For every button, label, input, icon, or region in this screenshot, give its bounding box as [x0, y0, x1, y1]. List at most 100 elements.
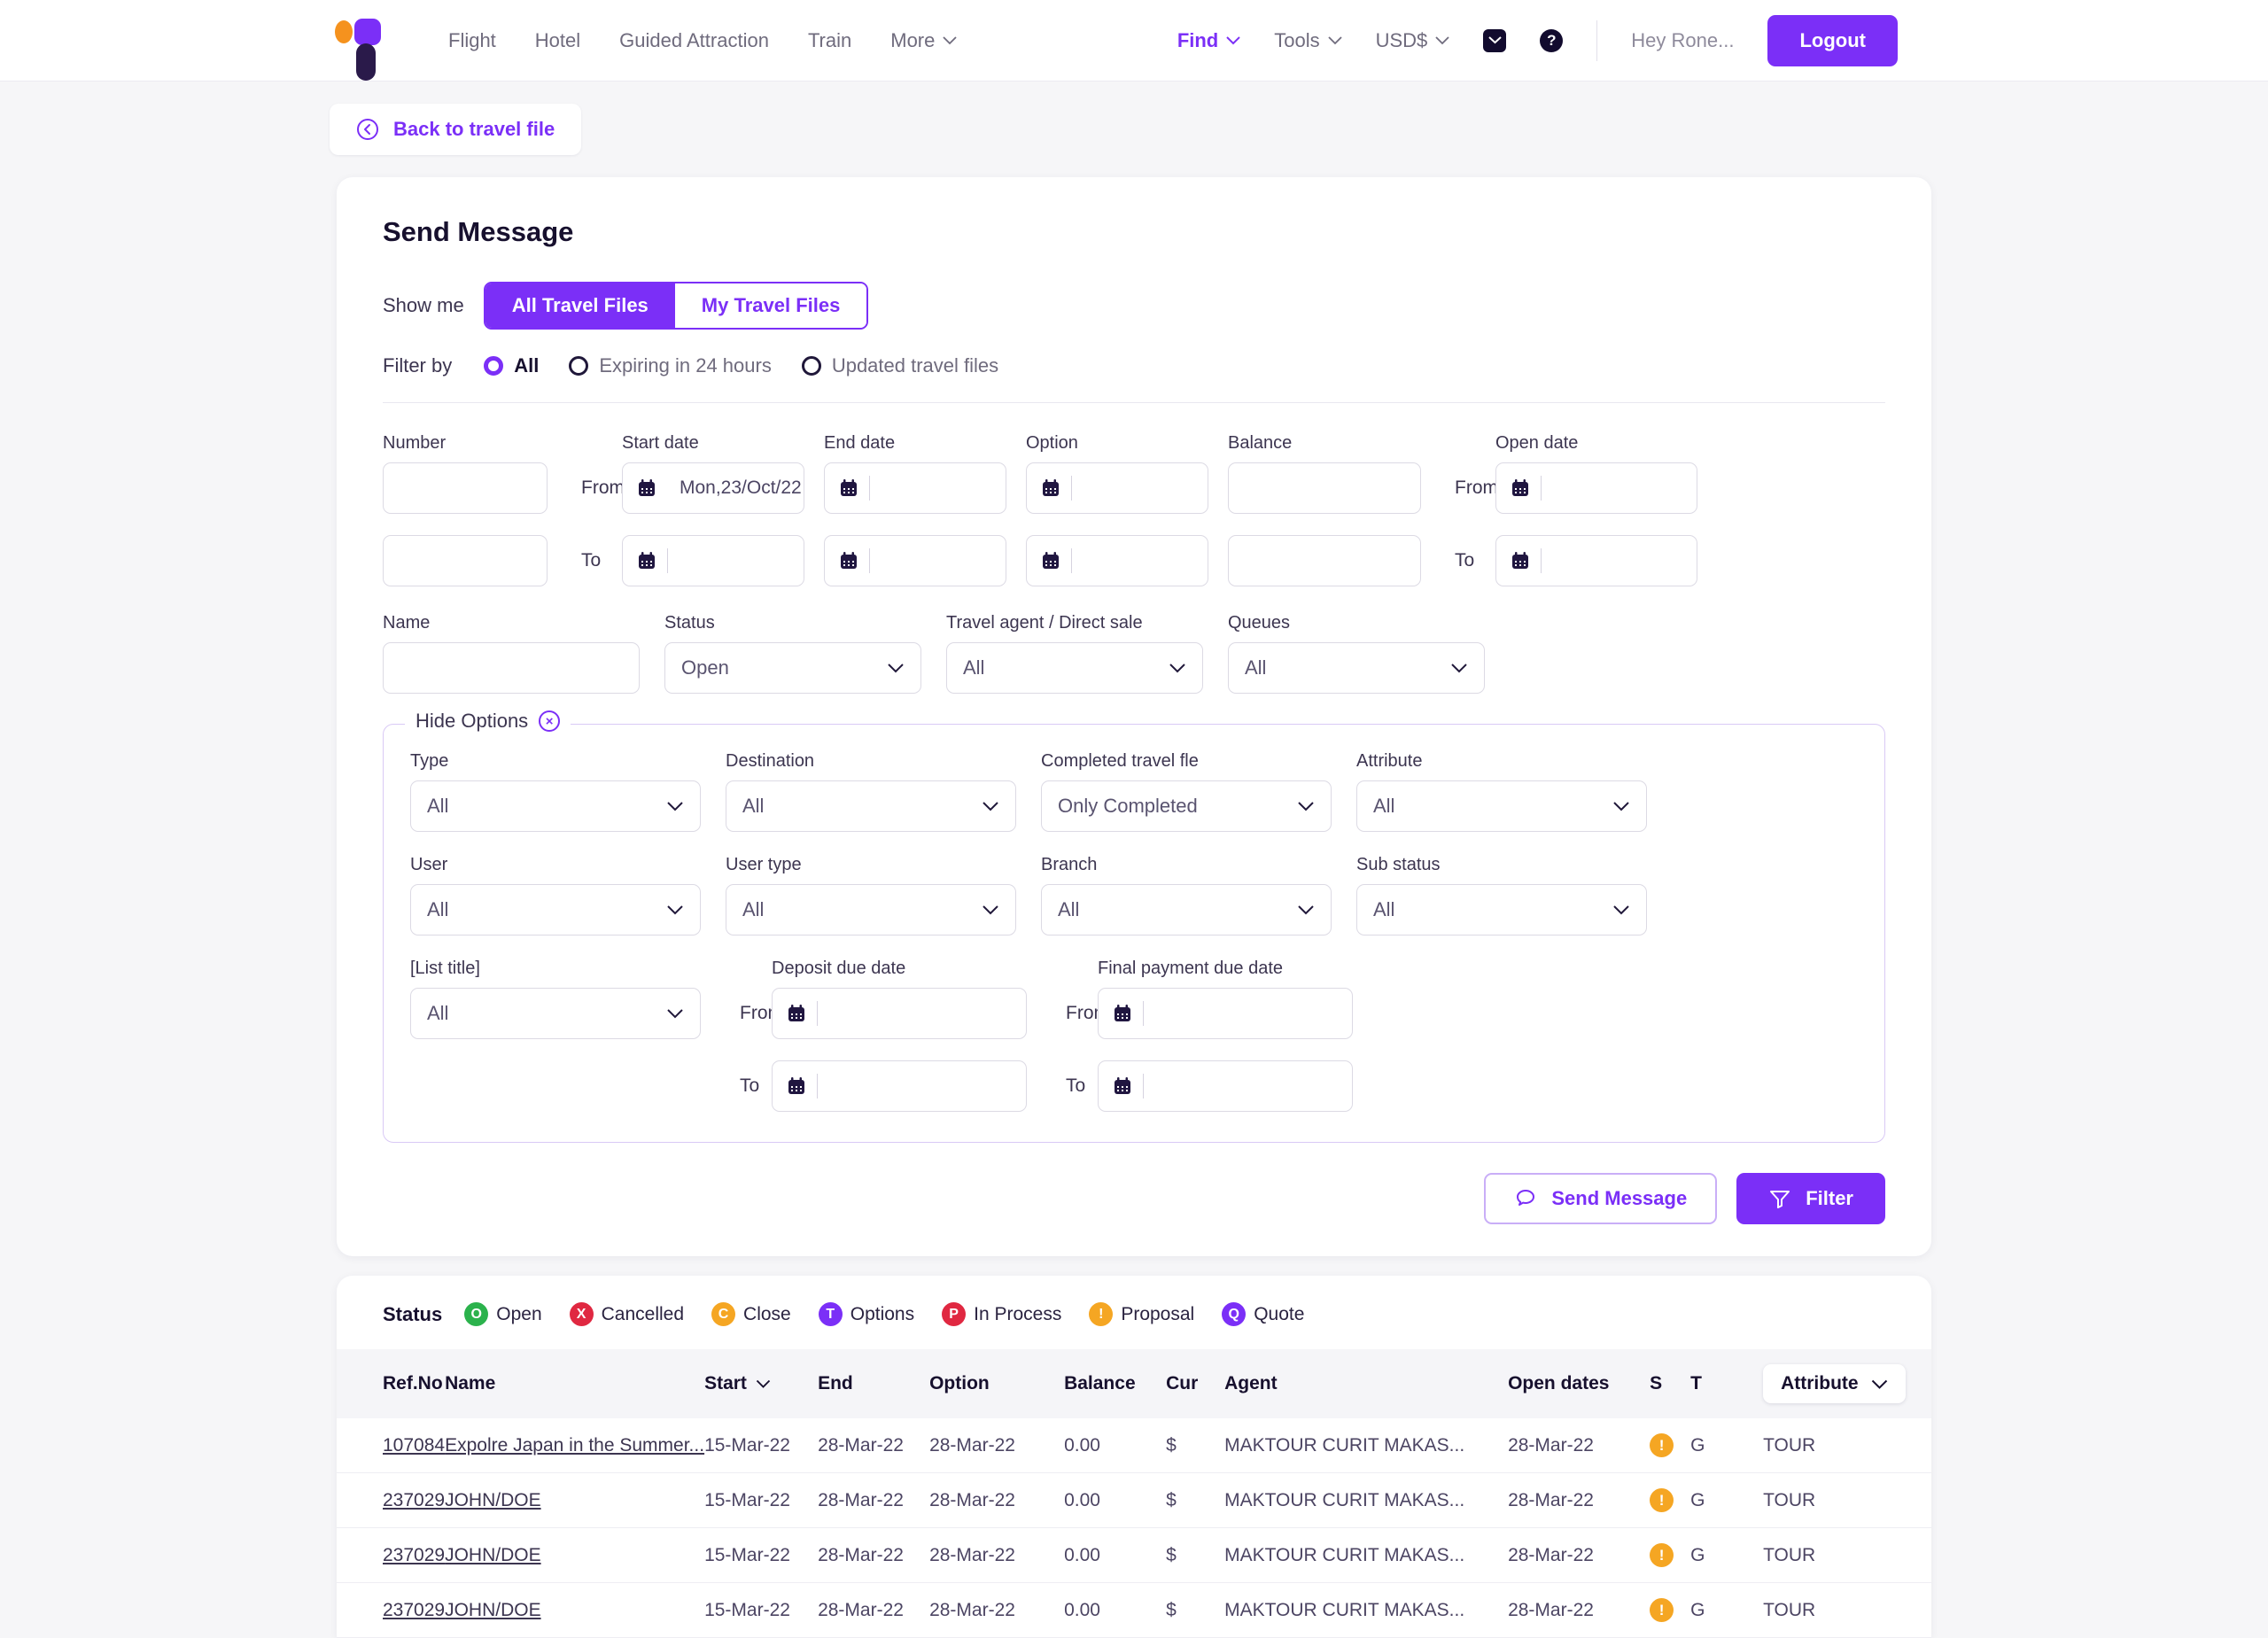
calendar-icon — [787, 1004, 806, 1023]
tab-all-travel-files[interactable]: All Travel Files — [485, 283, 675, 328]
chevron-down-icon — [1169, 664, 1185, 673]
destination-label: Destination — [726, 751, 815, 771]
nav-item-guided-attraction[interactable]: Guided Attraction — [619, 29, 769, 52]
branch-select[interactable]: All — [1041, 884, 1332, 935]
cell-name-link[interactable]: JOHN/DOE — [445, 1490, 541, 1510]
radio-filter-all[interactable]: All — [484, 354, 539, 377]
table-row[interactable]: 237029 JOHN/DOE 15-Mar-22 28-Mar-22 28-M… — [337, 1582, 1931, 1638]
nav-item-hotel[interactable]: Hotel — [535, 29, 580, 52]
column-header-ref-no[interactable]: Ref.No — [337, 1349, 446, 1418]
attribute-select[interactable]: All — [1356, 780, 1647, 832]
table-row[interactable]: 237029 JOHN/DOE 15-Mar-22 28-Mar-22 28-M… — [337, 1472, 1931, 1528]
column-header-end[interactable]: End — [818, 1349, 930, 1418]
cell-name-link[interactable]: JOHN/DOE — [445, 1600, 541, 1620]
close-circle-icon[interactable]: × — [539, 710, 561, 732]
number-from-input[interactable] — [383, 462, 548, 514]
show-me-segmented-control: All Travel Files My Travel Files — [483, 282, 869, 330]
help-icon[interactable]: ? — [1540, 28, 1564, 52]
balance-to-input[interactable] — [1228, 535, 1421, 586]
final-payment-due-date-from-input[interactable] — [1098, 988, 1353, 1039]
column-header-start[interactable]: Start — [704, 1349, 819, 1418]
attribute-filter-dropdown[interactable]: Attribute — [1763, 1364, 1906, 1403]
nav-item-find[interactable]: Find — [1177, 29, 1240, 52]
filter-group-final-payment-due-date: Final payment due date — [1098, 959, 1353, 1112]
chevron-down-icon — [756, 1379, 771, 1388]
cell-ref-no-link[interactable]: 237029 — [383, 1490, 445, 1510]
cell-ref-no-link[interactable]: 237029 — [383, 1545, 445, 1565]
cell-start: 15-Mar-22 — [704, 1418, 819, 1473]
column-header-name[interactable]: Name — [445, 1349, 705, 1418]
user-select[interactable]: All — [410, 884, 701, 935]
destination-select[interactable]: All — [726, 780, 1016, 832]
option-to-input[interactable] — [1026, 535, 1208, 586]
back-to-travel-file-label: Back to travel file — [393, 118, 555, 140]
start-date-to-input[interactable] — [622, 535, 804, 586]
status-select[interactable]: Open — [664, 642, 921, 694]
column-header-option[interactable]: Option — [929, 1349, 1065, 1418]
cell-ref-no-link[interactable]: 107084 — [383, 1435, 445, 1456]
radio-filter-expiring-24h[interactable]: Expiring in 24 hours — [569, 354, 772, 377]
cell-name-link[interactable]: Expolre Japan in the Summer... — [445, 1435, 704, 1456]
radio-filter-updated[interactable]: Updated travel files — [801, 354, 998, 377]
calendar-icon — [839, 478, 858, 498]
cell-t: G — [1690, 1472, 1764, 1528]
cell-name-link[interactable]: JOHN/DOE — [445, 1545, 541, 1565]
nav-item-flight[interactable]: Flight — [448, 29, 496, 52]
number-to-input[interactable] — [383, 535, 548, 586]
filter-group-option: Option — [1026, 433, 1208, 586]
chevron-down-icon — [1298, 802, 1314, 811]
user-type-select[interactable]: All — [726, 884, 1016, 935]
list-title-select[interactable]: All — [410, 988, 701, 1039]
open-date-to-input[interactable] — [1495, 535, 1697, 586]
cell-ref-no-link[interactable]: 237029 — [383, 1600, 445, 1620]
queues-select[interactable]: All — [1228, 642, 1485, 694]
app-logo[interactable] — [335, 10, 393, 81]
chevron-down-icon — [1871, 1379, 1887, 1389]
cell-balance: 0.00 — [1064, 1582, 1167, 1638]
column-header-s[interactable]: S — [1650, 1349, 1691, 1418]
column-header-cur[interactable]: Cur — [1166, 1349, 1225, 1418]
type-value: All — [427, 795, 449, 817]
mail-icon[interactable] — [1483, 28, 1507, 52]
nav-item-hotel-label: Hotel — [534, 28, 581, 51]
column-header-balance[interactable]: Balance — [1064, 1349, 1167, 1418]
destination-value: All — [742, 795, 765, 817]
logout-button[interactable]: Logout — [1767, 14, 1898, 66]
sub-status-select[interactable]: All — [1356, 884, 1647, 935]
nav-item-tools[interactable]: Tools — [1274, 29, 1342, 52]
calendar-icon — [1041, 551, 1060, 571]
table-row[interactable]: 107084 Expolre Japan in the Summer... 15… — [337, 1418, 1931, 1473]
column-header-t[interactable]: T — [1690, 1349, 1764, 1418]
final-payment-to-label: To — [1066, 1075, 1086, 1096]
filter-group-list-title: [List title] All — [410, 959, 701, 1112]
filter-button[interactable]: Filter — [1736, 1173, 1885, 1224]
end-date-to-input[interactable] — [824, 535, 1006, 586]
chevron-down-icon — [888, 664, 904, 673]
primary-nav-links: Flight Hotel Guided Attraction Train Mor… — [448, 29, 958, 52]
end-date-from-input[interactable] — [824, 462, 1006, 514]
type-select[interactable]: All — [410, 780, 701, 832]
nav-item-train[interactable]: Train — [808, 29, 851, 52]
completed-travel-file-select[interactable]: Only Completed — [1041, 780, 1332, 832]
name-input[interactable] — [383, 642, 640, 694]
back-to-travel-file-button[interactable]: Back to travel file — [330, 104, 582, 155]
tab-my-travel-files[interactable]: My Travel Files — [674, 283, 867, 328]
status-legend-cancelled: X Cancelled — [569, 1302, 684, 1326]
deposit-due-date-to-input[interactable] — [772, 1060, 1027, 1112]
deposit-due-date-from-input[interactable] — [772, 988, 1027, 1039]
start-date-from-input[interactable]: Mon,23/Oct/22 — [622, 462, 804, 514]
table-row[interactable]: 237029 JOHN/DOE 15-Mar-22 28-Mar-22 28-M… — [337, 1527, 1931, 1583]
send-message-button[interactable]: Send Message — [1484, 1173, 1718, 1224]
travel-agent-select[interactable]: All — [946, 642, 1203, 694]
status-legend-close: C Close — [711, 1302, 791, 1326]
cell-agent: MAKTOUR CURIT MAKAS... — [1224, 1472, 1509, 1528]
option-from-input[interactable] — [1026, 462, 1208, 514]
open-date-from-input[interactable] — [1495, 462, 1697, 514]
nav-item-more[interactable]: More — [890, 29, 958, 52]
nav-item-currency[interactable]: USD$ — [1376, 29, 1450, 52]
balance-from-input[interactable] — [1228, 462, 1421, 514]
column-header-agent[interactable]: Agent — [1224, 1349, 1509, 1418]
column-header-open-dates[interactable]: Open dates — [1508, 1349, 1651, 1418]
final-payment-due-date-to-input[interactable] — [1098, 1060, 1353, 1112]
calendar-icon — [1041, 478, 1060, 498]
